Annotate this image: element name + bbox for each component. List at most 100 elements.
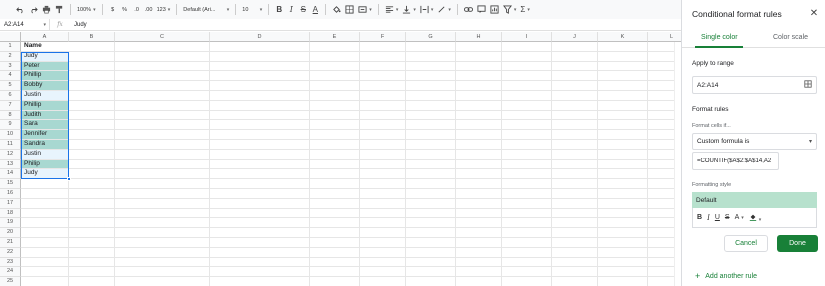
link-icon[interactable] <box>462 3 475 17</box>
tab-single-color[interactable]: Single color <box>701 34 738 41</box>
undo-icon[interactable] <box>14 3 27 17</box>
column-header-j[interactable]: J <box>552 32 598 42</box>
cell-a11[interactable]: Sandra <box>22 140 69 149</box>
cell-a4[interactable]: Phillip <box>22 71 69 81</box>
close-icon[interactable]: ✕ <box>809 9 819 19</box>
formula-input[interactable]: Judy <box>70 22 87 28</box>
decrease-decimal-button[interactable]: .0 <box>131 3 143 17</box>
row-header-10[interactable]: 10 <box>0 130 21 140</box>
cell-a13[interactable]: Philip <box>22 159 69 169</box>
row-header-14[interactable]: 14 <box>0 169 21 180</box>
row-header-23[interactable]: 23 <box>0 257 21 268</box>
functions-icon[interactable]: Σ ▾ <box>518 3 531 17</box>
fill-color-icon[interactable]: ▾ <box>749 213 761 223</box>
condition-select[interactable]: Custom formula is ▾ <box>692 133 817 150</box>
row-header-17[interactable]: 17 <box>0 198 21 209</box>
row-header-12[interactable]: 12 <box>0 149 21 160</box>
grid-select-icon[interactable] <box>804 80 812 90</box>
style-preset-select[interactable]: Default <box>692 192 817 208</box>
column-header-c[interactable]: C <box>115 32 210 42</box>
increase-decimal-button[interactable]: .00 <box>143 3 155 17</box>
cell-a12[interactable]: Justin <box>22 149 69 159</box>
row-header-13[interactable]: 13 <box>0 159 21 170</box>
column-header-a[interactable]: A <box>21 32 69 42</box>
column-header-h[interactable]: H <box>456 32 502 42</box>
row-header-22[interactable]: 22 <box>0 247 21 258</box>
vertical-scrollbar[interactable] <box>674 42 681 286</box>
column-header-l[interactable]: L <box>648 32 681 42</box>
font-size-select[interactable]: 10 ▾ <box>240 3 264 17</box>
row-header-24[interactable]: 24 <box>0 267 21 278</box>
merge-cells-icon[interactable]: ▾ <box>356 3 374 17</box>
currency-button[interactable]: $ <box>107 3 119 17</box>
filter-icon[interactable]: ▾ <box>501 3 519 17</box>
italic-icon[interactable]: I <box>285 3 297 17</box>
add-another-rule-button[interactable]: + Add another rule <box>695 271 757 281</box>
bold-icon[interactable]: B <box>697 214 702 221</box>
strikethrough-icon[interactable]: S <box>725 214 730 221</box>
name-box[interactable]: A2:A14 ▾ <box>0 18 50 31</box>
more-formats-select[interactable]: 123 ▾ <box>155 3 173 17</box>
text-color-icon[interactable]: A ▾ <box>735 214 744 221</box>
cell-a7[interactable]: Phillip <box>22 100 69 110</box>
row-header-6[interactable]: 6 <box>0 91 21 101</box>
underline-icon[interactable]: U <box>715 214 720 221</box>
cell-a14[interactable]: Judy <box>22 169 69 179</box>
vertical-align-icon[interactable]: ▾ <box>400 3 418 17</box>
comment-icon[interactable] <box>475 3 488 17</box>
row-header-7[interactable]: 7 <box>0 100 21 111</box>
print-icon[interactable] <box>40 3 53 17</box>
row-header-21[interactable]: 21 <box>0 238 21 248</box>
cell-a9[interactable]: Sara <box>22 120 69 130</box>
column-header-k[interactable]: K <box>598 32 648 42</box>
row-header-5[interactable]: 5 <box>0 81 21 91</box>
select-all-corner[interactable] <box>0 32 21 42</box>
column-header-g[interactable]: G <box>406 32 456 42</box>
text-rotation-icon[interactable]: ▾ <box>435 3 453 17</box>
horizontal-align-icon[interactable]: ▾ <box>383 3 401 17</box>
cell-a5[interactable]: Bobby <box>22 81 69 90</box>
strikethrough-icon[interactable]: S <box>297 3 309 17</box>
tab-color-scale[interactable]: Color scale <box>773 34 808 41</box>
column-header-i[interactable]: I <box>502 32 552 42</box>
bold-icon[interactable]: B <box>273 3 285 17</box>
redo-icon[interactable] <box>27 3 40 17</box>
borders-icon[interactable] <box>343 3 356 17</box>
row-header-18[interactable]: 18 <box>0 208 21 219</box>
row-header-2[interactable]: 2 <box>0 51 21 62</box>
row-header-4[interactable]: 4 <box>0 71 21 82</box>
row-header-15[interactable]: 15 <box>0 179 21 189</box>
cancel-button[interactable]: Cancel <box>724 235 768 252</box>
column-header-e[interactable]: E <box>310 32 360 42</box>
row-header-20[interactable]: 20 <box>0 228 21 238</box>
row-header-8[interactable]: 8 <box>0 110 21 121</box>
column-header-f[interactable]: F <box>360 32 406 42</box>
fill-handle[interactable] <box>67 177 71 182</box>
row-header-19[interactable]: 19 <box>0 218 21 229</box>
row-header-25[interactable]: 25 <box>0 277 21 286</box>
row-header-11[interactable]: 11 <box>0 140 21 150</box>
column-header-b[interactable]: B <box>69 32 115 42</box>
cell-a1[interactable]: Name <box>22 42 69 51</box>
cell-a2[interactable]: Judy <box>22 51 69 61</box>
cell-a10[interactable]: Jennifer <box>22 130 69 139</box>
custom-formula-input[interactable]: =COUNTIF($A$2:$A$14,A2 <box>692 152 779 170</box>
italic-icon[interactable]: I <box>707 214 710 222</box>
zoom-select[interactable]: 100% ▾ <box>75 3 98 17</box>
row-header-1[interactable]: 1 <box>0 42 21 52</box>
cell-a8[interactable]: Judith <box>22 110 69 120</box>
row-header-9[interactable]: 9 <box>0 120 21 131</box>
row-header-3[interactable]: 3 <box>0 61 21 72</box>
column-header-d[interactable]: D <box>210 32 310 42</box>
paint-format-icon[interactable] <box>53 3 66 17</box>
cell-a6[interactable]: Justin <box>22 91 69 100</box>
percent-button[interactable]: % <box>119 3 131 17</box>
font-select[interactable]: Default (Ari... ▾ <box>181 3 231 17</box>
range-input[interactable]: A2:A14 <box>692 76 817 94</box>
done-button[interactable]: Done <box>777 235 818 252</box>
text-wrap-icon[interactable]: ▾ <box>418 3 436 17</box>
text-color-icon[interactable]: A <box>309 3 321 17</box>
chart-icon[interactable] <box>488 3 501 17</box>
cell-a3[interactable]: Peter <box>22 61 69 71</box>
sheet-grid[interactable]: A B C D E F G H I J K L 1 2 3 4 5 6 7 8 9 10 11 12 13 14 15 16 17 18 1… <box>0 32 681 286</box>
